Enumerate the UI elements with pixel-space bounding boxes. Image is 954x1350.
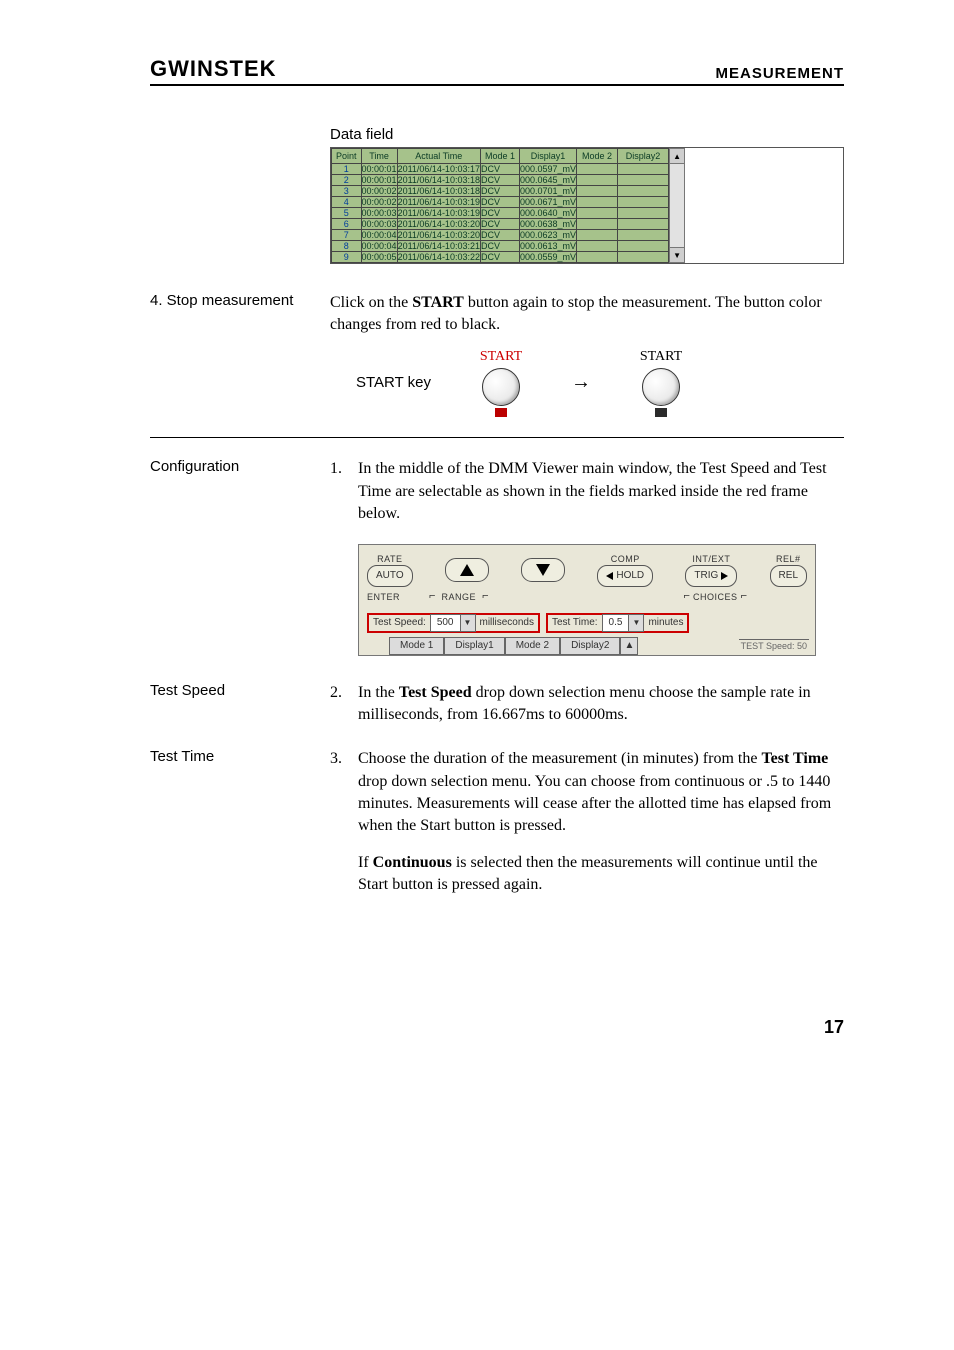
triangle-right-icon: [721, 572, 728, 580]
time-body: Choose the duration of the measurement (…: [358, 748, 844, 838]
start-button-idle[interactable]: START: [627, 347, 695, 418]
step-number: 2.: [330, 682, 358, 727]
dmm-panel: RATE AUTO COMP HOLD INT/EXT TRIG: [358, 544, 816, 656]
relhash-label: REL#: [770, 553, 807, 566]
test-speed-group: Test Speed: 500▼ milliseconds: [367, 613, 540, 633]
chevron-down-icon: ▼: [460, 615, 475, 631]
choices-label: CHOICES: [693, 591, 738, 604]
table-row: 500:00:032011/06/14-10:03:19DCV000.0640_…: [332, 208, 669, 219]
mode1-col[interactable]: Mode 1: [389, 637, 444, 655]
auto-button[interactable]: AUTO: [367, 565, 413, 587]
step-number: 1.: [330, 458, 358, 525]
table-row: 700:00:042011/06/14-10:03:20DCV000.0623_…: [332, 230, 669, 241]
start-key-label: START key: [356, 372, 431, 393]
rate-label: RATE: [367, 553, 413, 566]
speed-heading: Test Speed: [150, 682, 330, 727]
intext-label: INT/EXT: [685, 553, 737, 566]
data-field-table: PointTimeActual TimeMode 1Display1Mode 2…: [330, 147, 844, 264]
time-heading: Test Time: [150, 748, 330, 896]
hold-button[interactable]: HOLD: [597, 565, 653, 587]
scroll-up-icon[interactable]: ▲: [669, 148, 685, 164]
stop-body: Click on the START button again to stop …: [330, 294, 822, 333]
config-heading: Configuration: [150, 458, 330, 655]
footer-status: TEST Speed: 50: [739, 639, 809, 653]
speed-body: In the Test Speed drop down selection me…: [358, 682, 844, 727]
led-dark-icon: [655, 408, 667, 417]
bracket-icon: ⌐: [738, 589, 747, 604]
config-body: In the middle of the DMM Viewer main win…: [358, 458, 844, 525]
test-time-label: Test Time:: [552, 616, 598, 630]
table-row: 300:00:022011/06/14-10:03:18DCV000.0701_…: [332, 186, 669, 197]
time-body-2: If Continuous is selected then the measu…: [358, 852, 844, 897]
test-speed-unit: milliseconds: [480, 616, 534, 630]
triangle-down-icon: [536, 564, 550, 576]
rel-button[interactable]: REL: [770, 565, 807, 587]
table-row: 600:00:032011/06/14-10:03:20DCV000.0638_…: [332, 219, 669, 230]
table-row: 800:00:042011/06/14-10:03:21DCV000.0613_…: [332, 241, 669, 252]
table-row: 400:00:022011/06/14-10:03:19DCV000.0671_…: [332, 197, 669, 208]
led-red-icon: [495, 408, 507, 417]
header-rule: [150, 84, 844, 86]
start-button-active[interactable]: START: [467, 347, 535, 418]
display2-col[interactable]: Display2: [560, 637, 620, 655]
stop-heading: 4. Stop measurement: [150, 292, 330, 417]
triangle-left-icon: [606, 572, 613, 580]
chevron-down-icon: ▼: [628, 615, 643, 631]
test-time-dropdown[interactable]: 0.5▼: [602, 614, 645, 632]
test-speed-dropdown[interactable]: 500▼: [430, 614, 476, 632]
section-title: MEASUREMENT: [715, 65, 844, 82]
range-down-button[interactable]: [521, 558, 565, 582]
bracket-icon: ⌐: [429, 589, 442, 604]
bracket-icon: ⌐: [476, 589, 489, 604]
mode2-col[interactable]: Mode 2: [505, 637, 560, 655]
display1-col[interactable]: Display1: [444, 637, 504, 655]
table-row: 100:00:012011/06/14-10:03:17DCV000.0597_…: [332, 164, 669, 175]
brand-logo: GWINSTEK: [150, 56, 277, 82]
test-time-group: Test Time: 0.5▼ minutes: [546, 613, 690, 633]
step-number: 3.: [330, 748, 358, 838]
test-speed-label: Test Speed:: [373, 616, 426, 630]
trig-button[interactable]: TRIG: [685, 565, 737, 587]
scroll-down-icon[interactable]: ▼: [669, 247, 685, 263]
data-field-label: Data field: [330, 126, 844, 143]
table-row: 900:00:052011/06/14-10:03:22DCV000.0559_…: [332, 252, 669, 263]
bracket-icon: ⌐: [684, 589, 693, 604]
comp-label: COMP: [597, 553, 653, 566]
range-label: RANGE: [442, 591, 477, 604]
triangle-up-icon: [460, 564, 474, 576]
scroll-up-small-icon[interactable]: ▲: [620, 637, 638, 655]
table-row: 200:00:012011/06/14-10:03:18DCV000.0645_…: [332, 175, 669, 186]
test-time-unit: minutes: [648, 616, 683, 630]
arrow-right-icon: →: [571, 368, 591, 396]
enter-label: ENTER: [367, 591, 411, 604]
divider: [150, 437, 844, 438]
page-number: 17: [150, 1017, 844, 1038]
range-up-button[interactable]: [445, 558, 489, 582]
